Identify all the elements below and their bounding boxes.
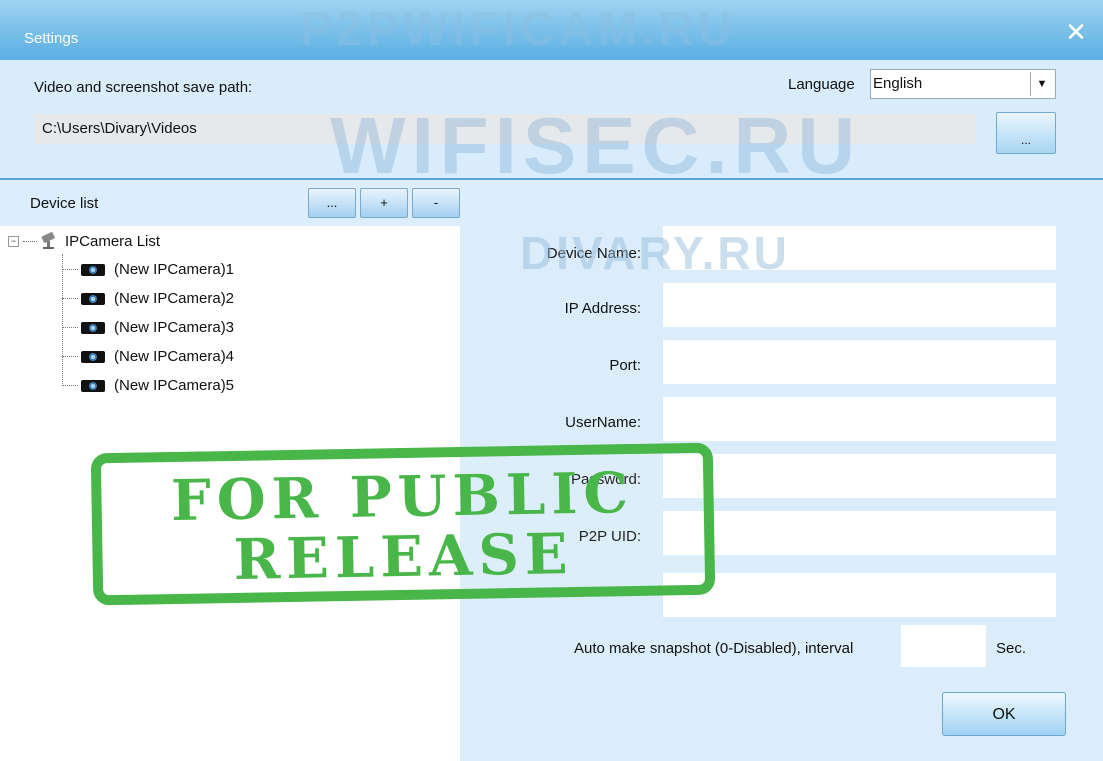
snapshot-unit-label: Sec.	[996, 640, 1027, 657]
username-label: UserName:	[565, 414, 641, 431]
port-label: Port:	[609, 357, 641, 374]
device-name-field[interactable]	[663, 226, 1056, 270]
ip-address-field[interactable]	[663, 283, 1056, 327]
tree-connector	[62, 269, 78, 270]
tree-root-node[interactable]: − IPCamera List	[8, 232, 160, 250]
tree-item-camera-4[interactable]: (New IPCamera)4	[62, 348, 234, 365]
device-options-button[interactable]: ...	[308, 188, 356, 218]
username-field[interactable]	[663, 397, 1056, 441]
snapshot-interval-label: Auto make snapshot (0-Disabled), interva…	[574, 640, 854, 657]
language-value: English	[873, 75, 923, 92]
tree-root-label: IPCamera List	[65, 232, 161, 250]
tree-connector	[62, 327, 78, 328]
camera-icon	[81, 263, 105, 276]
tree-item-camera-5[interactable]: (New IPCamera)5	[62, 377, 234, 394]
stamp-line-2: RELEASE	[233, 521, 575, 593]
camera-icon	[81, 321, 105, 334]
language-label: Language	[788, 76, 855, 93]
collapse-icon[interactable]: −	[8, 235, 19, 247]
extra-field[interactable]	[663, 573, 1056, 617]
camera-icon	[81, 350, 105, 363]
browse-button[interactable]: ...	[996, 112, 1056, 154]
add-device-button[interactable]: +	[360, 188, 408, 218]
camera-list-icon	[41, 232, 55, 249]
window-title: Settings	[24, 30, 79, 47]
password-field[interactable]	[663, 454, 1056, 498]
ip-address-label: IP Address:	[564, 300, 641, 317]
save-path-panel: Video and screenshot save path: Language…	[0, 60, 1103, 178]
tree-item-label: (New IPCamera)5	[114, 377, 235, 394]
language-select[interactable]: English ▼	[870, 69, 1056, 99]
public-release-stamp: FOR PUBLIC RELEASE	[90, 442, 716, 606]
chevron-down-icon[interactable]: ▼	[1030, 72, 1053, 96]
tree-connector	[62, 298, 78, 299]
snapshot-interval-field[interactable]	[901, 625, 986, 667]
camera-icon	[81, 379, 105, 392]
tree-item-label: (New IPCamera)4	[114, 348, 235, 365]
title-bar: Settings ✕	[0, 0, 1103, 60]
tree-item-label: (New IPCamera)2	[114, 290, 235, 307]
save-path-field[interactable]: C:\Users\Divary\Videos	[34, 114, 976, 144]
divider	[0, 178, 1103, 180]
device-list-label: Device list	[30, 195, 99, 212]
tree-item-camera-3[interactable]: (New IPCamera)3	[62, 319, 234, 336]
device-name-label: Device Name:	[546, 245, 641, 262]
close-icon[interactable]: ✕	[1062, 18, 1090, 46]
ok-button[interactable]: OK	[942, 692, 1066, 736]
camera-icon	[81, 292, 105, 305]
p2p-uid-field[interactable]	[663, 511, 1056, 555]
tree-item-camera-2[interactable]: (New IPCamera)2	[62, 290, 234, 307]
save-path-label: Video and screenshot save path:	[34, 79, 253, 96]
tree-item-label: (New IPCamera)3	[114, 319, 235, 336]
settings-window: Settings ✕ Video and screenshot save pat…	[0, 0, 1103, 761]
tree-connector	[23, 240, 37, 242]
tree-item-camera-1[interactable]: (New IPCamera)1	[62, 261, 234, 278]
tree-item-label: (New IPCamera)1	[114, 261, 235, 278]
tree-connector	[62, 385, 78, 386]
remove-device-button[interactable]: -	[412, 188, 460, 218]
port-field[interactable]	[663, 340, 1056, 384]
tree-connector	[62, 356, 78, 357]
